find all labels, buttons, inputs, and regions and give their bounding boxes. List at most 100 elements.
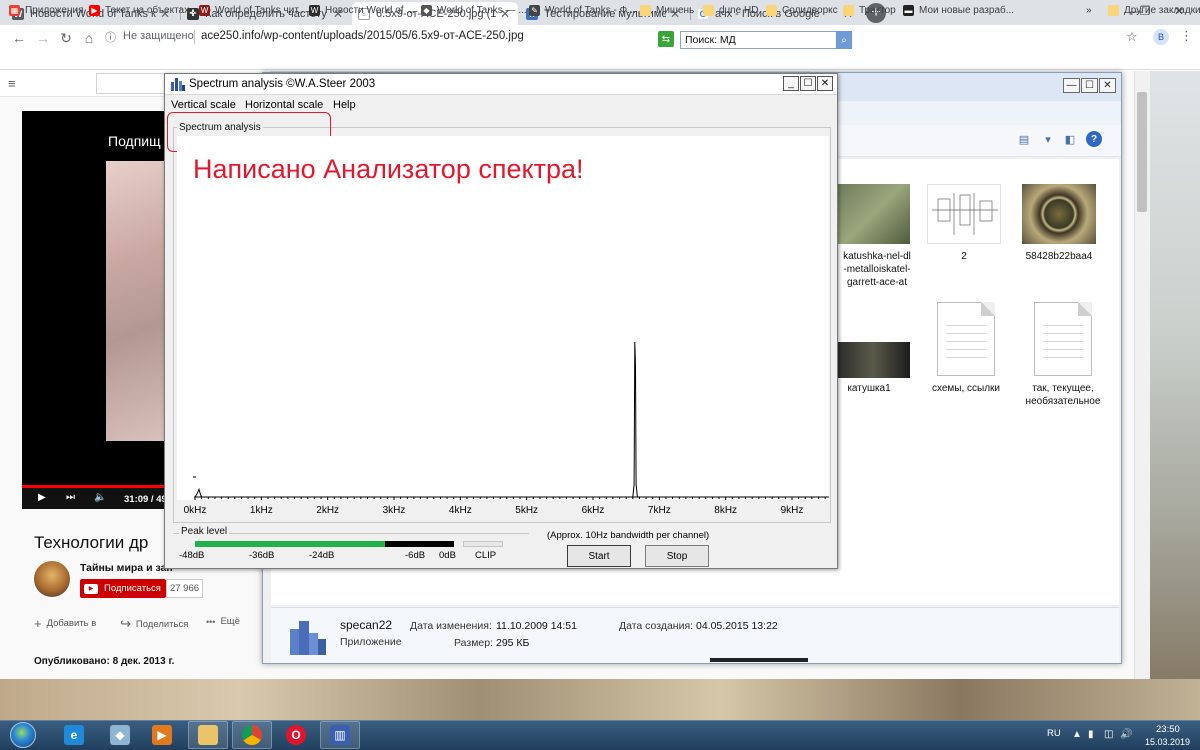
- taskbar-ie[interactable]: e: [54, 721, 94, 749]
- clock-time[interactable]: 23:50: [1156, 724, 1180, 735]
- volume-icon[interactable]: 🔈: [94, 492, 106, 503]
- file-thumbnail-image[interactable]: [836, 184, 910, 244]
- address-bar[interactable]: ace250.info/wp-content/uploads/2015/05/6…: [201, 30, 524, 42]
- document-icon[interactable]: [937, 302, 995, 376]
- peak-meter-black-fill: [385, 541, 454, 547]
- channel-name[interactable]: Тайны мира и зап: [80, 562, 173, 574]
- bookmark-item[interactable]: W Новости World of ...: [309, 3, 415, 17]
- profile-avatar[interactable]: B: [1153, 29, 1169, 45]
- explorer-search-input[interactable]: Поиск: МД: [680, 31, 840, 49]
- bookmark-folder[interactable]: Мишень: [640, 3, 694, 17]
- bookmark-item[interactable]: ✎ World of Tanks - Ф...: [529, 3, 636, 17]
- folder-icon: [198, 725, 218, 745]
- x-tick-label: 3kHz: [382, 505, 406, 516]
- subscribe-button[interactable]: ▶ Подписаться: [80, 579, 166, 598]
- file-label: так, текущее, необязательное: [1025, 383, 1101, 407]
- share-button[interactable]: ↪ Поделиться: [120, 616, 188, 632]
- clock-date[interactable]: 15.03.2019: [1145, 737, 1190, 747]
- info-circle-icon[interactable]: ⓘ: [105, 29, 116, 45]
- taskbar-specan[interactable]: ▥: [320, 721, 360, 749]
- opera-icon: O: [286, 725, 306, 745]
- taskbar-explorer[interactable]: [188, 721, 228, 749]
- meter-label: -36dB: [249, 550, 275, 561]
- more-bookmarks-chevron-icon[interactable]: »: [1086, 3, 1092, 17]
- spectrum-close-icon[interactable]: ✕: [817, 76, 833, 91]
- start-button[interactable]: Start: [567, 545, 631, 567]
- plus-icon: +: [34, 616, 42, 631]
- bookmark-folder[interactable]: dune HD: [703, 3, 758, 17]
- stop-button[interactable]: Stop: [645, 545, 709, 567]
- play-icon[interactable]: ▶: [38, 492, 46, 503]
- video-progress-bar[interactable]: [22, 485, 172, 488]
- menu-vertical-scale[interactable]: Vertical scale: [171, 99, 236, 111]
- page-scrollbar-thumb[interactable]: [1137, 92, 1147, 212]
- refresh-icon[interactable]: ⇆: [658, 31, 674, 47]
- specan-app-icon: [171, 78, 185, 91]
- spectrum-titlebar: Spectrum analysis ©W.A.Steer 2003: [165, 74, 837, 95]
- taskbar-player[interactable]: ▶: [142, 721, 182, 749]
- language-indicator[interactable]: RU: [1047, 728, 1061, 739]
- view-icon[interactable]: ▤: [1016, 132, 1032, 146]
- bookmark-folder[interactable]: Трактор: [843, 3, 896, 17]
- x-tick-label: 4kHz: [448, 505, 472, 516]
- home-icon[interactable]: ⌂: [80, 29, 98, 47]
- file-label: 58428b22baa4: [1025, 251, 1093, 262]
- hamburger-menu-icon[interactable]: ≡: [8, 76, 16, 91]
- application-file-icon: [286, 615, 326, 655]
- explorer-minimize-icon[interactable]: —: [1063, 78, 1080, 93]
- share-icon: ↪: [120, 616, 131, 631]
- view-dropdown-chevron-icon[interactable]: ▾: [1040, 132, 1056, 146]
- search-icon[interactable]: ⌕: [836, 31, 852, 49]
- video-player[interactable]: Подпищ: [22, 111, 172, 509]
- start-button[interactable]: [10, 722, 36, 748]
- published-date: Опубликовано: 8 дек. 2013 г.: [34, 656, 175, 667]
- tray-expand-icon[interactable]: ▲: [1072, 729, 1082, 740]
- bookmark-item[interactable]: ▬ Мои новые разраб...: [903, 3, 1014, 17]
- preview-pane-icon[interactable]: ◧: [1062, 132, 1078, 146]
- help-icon[interactable]: ?: [1086, 131, 1102, 147]
- menu-horizontal-scale[interactable]: Horizontal scale: [245, 99, 323, 111]
- network-status-icon[interactable]: ◫: [1104, 729, 1113, 740]
- channel-avatar[interactable]: [34, 561, 70, 597]
- security-status[interactable]: Не защищено: [123, 30, 194, 42]
- folder-icon: [1108, 4, 1119, 16]
- action-label: Добавить в: [46, 618, 97, 629]
- taskbar-chrome[interactable]: [232, 721, 272, 749]
- menu-help[interactable]: Help: [333, 99, 356, 111]
- subscribe-label: Подписаться: [104, 583, 161, 594]
- file-thumbnail-coil[interactable]: [1022, 184, 1096, 244]
- spectrum-window-title: Spectrum analysis ©W.A.Steer 2003: [189, 78, 376, 90]
- forward-arrow-icon[interactable]: →: [34, 29, 52, 47]
- chrome-menu-icon[interactable]: ⋮: [1180, 28, 1193, 44]
- x-tick-label: 1kHz: [249, 505, 273, 516]
- other-bookmarks[interactable]: Другие закладки: [1108, 3, 1200, 17]
- explorer-scroll-indicator[interactable]: [710, 658, 808, 662]
- explorer-close-icon[interactable]: ✕: [1099, 78, 1116, 93]
- bookmark-label: Солидворкс: [782, 4, 838, 16]
- back-arrow-icon[interactable]: ←: [10, 29, 28, 47]
- x-tick-label: 6kHz: [581, 505, 605, 516]
- file-thumbnail-schematic[interactable]: [927, 184, 1001, 244]
- taskbar-opera[interactable]: O: [276, 721, 316, 749]
- bookmark-item[interactable]: ▶ Текст на объектах ...: [89, 3, 200, 17]
- spectrum-minimize-icon[interactable]: _: [783, 76, 799, 91]
- taskbar-media[interactable]: ◆: [100, 721, 140, 749]
- bookmark-folder[interactable]: Солидворкс: [766, 3, 838, 17]
- spectrum-maximize-icon[interactable]: ☐: [800, 76, 816, 91]
- video-title: Технологии др: [34, 533, 149, 552]
- reload-icon[interactable]: ↻: [57, 29, 75, 47]
- bookmarks-bar: [0, 50, 1200, 70]
- bookmark-star-icon[interactable]: ☆: [1126, 29, 1138, 45]
- bookmark-item[interactable]: W World of Tanks чит...: [199, 3, 306, 17]
- more-actions-button[interactable]: ••• Ещё: [206, 616, 240, 627]
- bookmark-apps[interactable]: ▦ Приложения: [9, 3, 84, 17]
- network-icon[interactable]: ▮: [1088, 729, 1094, 740]
- add-to-button[interactable]: + Добавить в: [34, 616, 96, 631]
- explorer-maximize-icon[interactable]: ☐: [1081, 78, 1098, 93]
- file-thumbnail-coils[interactable]: [836, 342, 910, 378]
- document-icon[interactable]: [1034, 302, 1092, 376]
- next-icon[interactable]: ⏭: [66, 492, 75, 503]
- bookmark-item[interactable]: ◆ World of Tanks — ...: [421, 3, 527, 17]
- more-dots-icon: •••: [206, 616, 216, 627]
- volume-icon[interactable]: 🔊: [1120, 729, 1132, 740]
